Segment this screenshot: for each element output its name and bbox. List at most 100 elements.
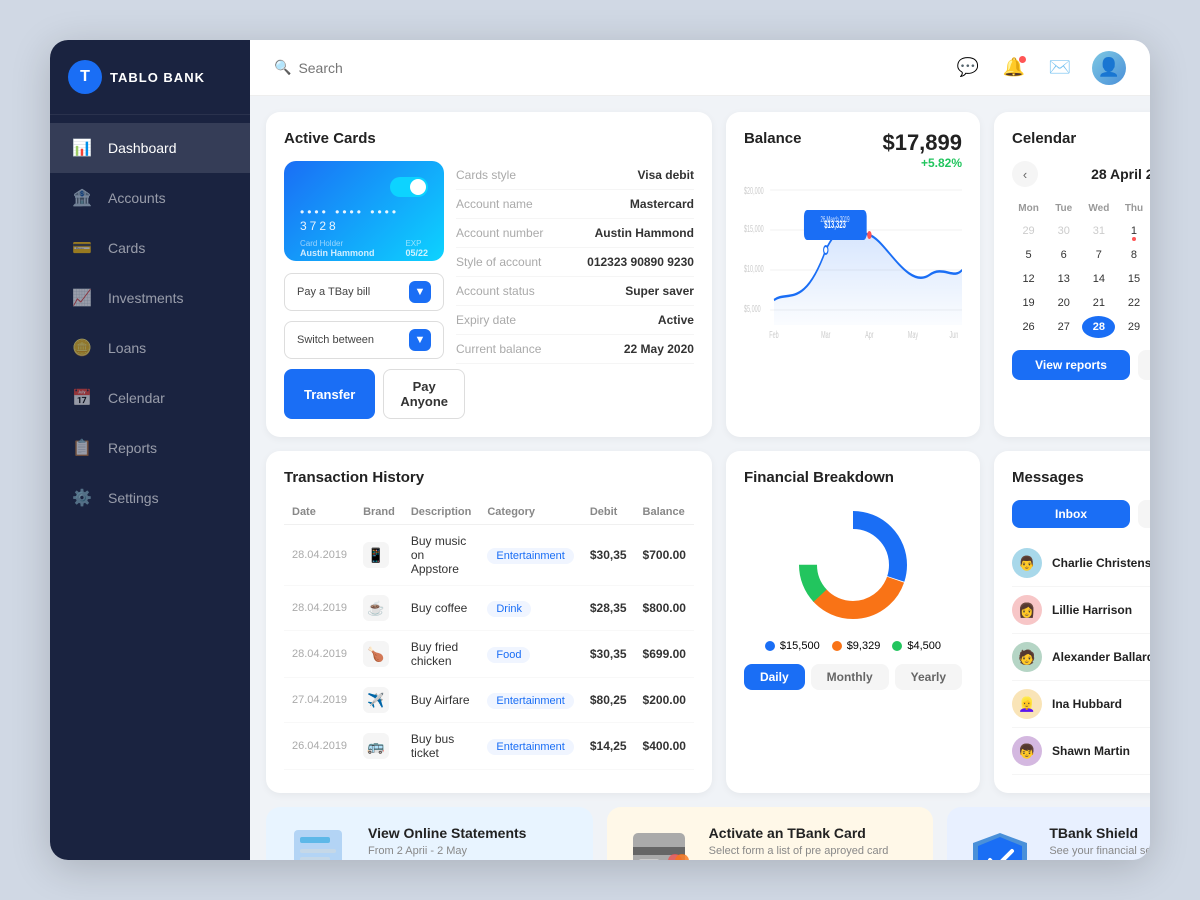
tx-category: Drink — [479, 586, 581, 631]
mail-icon[interactable]: ✉️ — [1046, 54, 1074, 82]
sidebar-item-settings[interactable]: ⚙️ Settings — [50, 473, 250, 523]
transfer-button[interactable]: Transfer — [284, 369, 375, 419]
calendar-header: ‹ 28 April 2019 › — [1012, 161, 1150, 187]
switch-dropdown[interactable]: Switch between ▼ — [284, 321, 444, 359]
tx-category: Entertainment — [479, 723, 581, 770]
pay-tbay-dropdown[interactable]: Pay a TBay bill ▼ — [284, 273, 444, 311]
breakdown-legend: $15,500 $9,329 $4,500 — [744, 640, 962, 652]
period-monthly[interactable]: Monthly — [811, 664, 889, 690]
breakdown-title: Financial Breakdown — [744, 469, 962, 486]
cal-day[interactable]: 20 — [1047, 292, 1080, 314]
tab-inbox[interactable]: Inbox — [1012, 500, 1130, 528]
table-row: 26.04.2019 🚌 Buy bus ticket Entertainmen… — [284, 723, 694, 770]
col-description: Description — [403, 500, 480, 525]
message-item[interactable]: 👱‍♀️ Ina Hubbard 26.04.2019 — [1012, 681, 1150, 728]
col-debit: Debit — [582, 500, 635, 525]
message-item[interactable]: 👨 Charlie Christensen 28.04.2019 — [1012, 540, 1150, 587]
promo-activate-icon — [625, 825, 695, 860]
sidebar-item-label: Accounts — [108, 190, 166, 206]
sidebar-item-accounts[interactable]: 🏦 Accounts — [50, 173, 250, 223]
switch-dropdown-arrow: ▼ — [409, 329, 431, 351]
pay-dropdown-arrow: ▼ — [409, 281, 431, 303]
balance-title: Balance — [744, 130, 802, 147]
tx-date: 28.04.2019 — [284, 631, 355, 678]
message-item[interactable]: 👩 Lillie Harrison 28.04.2019 — [1012, 587, 1150, 634]
pay-anyone-button[interactable]: Pay Anyone — [383, 369, 465, 419]
messages-title: Messages — [1012, 469, 1150, 486]
card-holder-info: Card Holder Austin Hammond — [300, 239, 375, 258]
promo-shield-text: TBank Shield See your financial security… — [1049, 825, 1150, 860]
tx-description: Buy coffee — [403, 586, 480, 631]
topbar-actions: 💬 🔔 ✉️ 👤 — [954, 51, 1126, 85]
cal-day[interactable]: 27 — [1047, 316, 1080, 338]
period-daily[interactable]: Daily — [744, 664, 805, 690]
tx-description: Buy music on Appstore — [403, 525, 480, 586]
cal-day[interactable]: 21 — [1082, 292, 1115, 314]
tx-description: Buy bus ticket — [403, 723, 480, 770]
detail-account-name: Account name Mastercard — [456, 190, 694, 219]
cal-day[interactable]: 30 — [1047, 220, 1080, 242]
tx-brand: 📱 — [355, 525, 403, 586]
legend-dot-green — [892, 641, 902, 651]
promo-shield-title: TBank Shield — [1049, 825, 1150, 841]
balance-header: Balance $17,899 +5.82% — [744, 130, 962, 170]
cal-day[interactable]: 19 — [1012, 292, 1045, 314]
tab-sent[interactable]: Sent — [1138, 500, 1150, 528]
cal-day[interactable]: 22 — [1117, 292, 1150, 314]
chat-icon[interactable]: 💬 — [954, 54, 982, 82]
view-reports-button[interactable]: View reports — [1012, 350, 1130, 380]
calendar-grid: Mon Tue Wed Thu Fri Sat Sun 29 30 31 1 2… — [1012, 199, 1150, 338]
cal-day[interactable]: 1 — [1117, 220, 1150, 242]
sidebar-item-calendar[interactable]: 📅 Celendar — [50, 373, 250, 423]
cal-day[interactable]: 26 — [1012, 316, 1045, 338]
promo-statements-icon — [284, 825, 354, 860]
promo-statements: View Online Statements From 2 Aprii - 2 … — [266, 807, 593, 860]
sidebar-item-dashboard[interactable]: 📊 Dashboard — [50, 123, 250, 173]
cal-day[interactable]: 29 — [1012, 220, 1045, 242]
search-input[interactable] — [298, 60, 498, 76]
tx-debit: $14,25 — [582, 723, 635, 770]
cal-day[interactable]: 29 — [1117, 316, 1150, 338]
col-balance: Balance — [635, 500, 694, 525]
sidebar-item-reports[interactable]: 📋 Reports — [50, 423, 250, 473]
card-toggle[interactable] — [390, 177, 428, 197]
tx-brand: ☕ — [355, 586, 403, 631]
cal-day[interactable]: 14 — [1082, 268, 1115, 290]
cal-day[interactable]: 15 — [1117, 268, 1150, 290]
message-list: 👨 Charlie Christensen 28.04.2019 👩 Lilli… — [1012, 540, 1150, 775]
chart-svg: $20,000 $15,000 $10,000 $5,000 — [744, 180, 962, 340]
cal-day[interactable]: 31 — [1082, 220, 1115, 242]
search-box: 🔍 — [274, 59, 942, 76]
msg-avatar: 🧑 — [1012, 642, 1042, 672]
view-history-button[interactable]: View History — [1138, 350, 1150, 380]
promos-section: View Online Statements From 2 Aprii - 2 … — [266, 807, 1150, 860]
sidebar-item-cards[interactable]: 💳 Cards — [50, 223, 250, 273]
topbar: 🔍 💬 🔔 ✉️ 👤 — [250, 40, 1150, 96]
cal-day[interactable]: 8 — [1117, 244, 1150, 266]
sidebar-item-loans[interactable]: 🪙 Loans — [50, 323, 250, 373]
cal-day[interactable]: 6 — [1047, 244, 1080, 266]
sidebar-item-investments[interactable]: 📈 Investments — [50, 273, 250, 323]
calendar-prev[interactable]: ‹ — [1012, 161, 1038, 187]
cal-day[interactable]: 7 — [1082, 244, 1115, 266]
logo-text: TABLO BANK — [110, 70, 205, 85]
cal-day[interactable]: 12 — [1012, 268, 1045, 290]
settings-icon: ⚙️ — [68, 487, 96, 509]
notification-icon[interactable]: 🔔 — [1000, 54, 1028, 82]
message-tabs: Inbox Sent — [1012, 500, 1150, 528]
legend-dot-blue — [765, 641, 775, 651]
message-item[interactable]: 👦 Shawn Martin 25.04.2019 — [1012, 728, 1150, 775]
cal-day-today[interactable]: 28 — [1082, 316, 1115, 338]
msg-name: Charlie Christensen — [1052, 556, 1150, 570]
card-info: Card Holder Austin Hammond EXP 05/22 — [300, 239, 428, 258]
switch-actions: Switch between ▼ — [284, 321, 444, 359]
content-grid: Active Cards •••• •••• •••• 3728 Card Ho… — [250, 96, 1150, 860]
cal-day[interactable]: 5 — [1012, 244, 1045, 266]
detail-account-number: Account number Austin Hammond — [456, 219, 694, 248]
cal-day[interactable]: 13 — [1047, 268, 1080, 290]
sidebar-item-label: Cards — [108, 240, 145, 256]
tx-date: 26.04.2019 — [284, 723, 355, 770]
message-item[interactable]: 🧑 Alexander Ballard 27.04.2019 — [1012, 634, 1150, 681]
period-yearly[interactable]: Yearly — [895, 664, 962, 690]
avatar[interactable]: 👤 — [1092, 51, 1126, 85]
